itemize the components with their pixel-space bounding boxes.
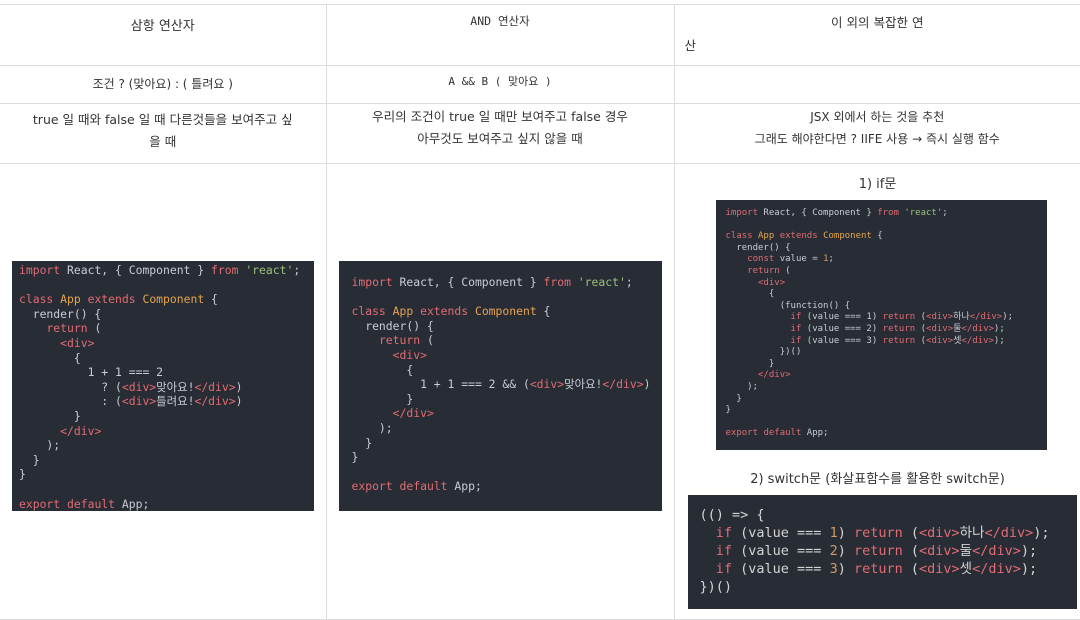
and-code-block: import React, { Component } from 'react'… (339, 261, 662, 511)
header-row: 삼항 연산자 AND 연산자 이 외의 복잡한 연 산 (0, 5, 1080, 66)
usage-cell-and: 우리의 조건이 true 일 때만 보여주고 false 경우 아무것도 보여주… (326, 104, 674, 164)
usage-and-line2: 아무것도 보여주고 싶지 않을 때 (327, 128, 674, 150)
switch-code-block: (() => { if (value === 1) return (<div>하… (688, 495, 1077, 609)
example-row: import React, { Component } from 'react'… (0, 164, 1080, 620)
header-other-line2: 산 (685, 35, 697, 54)
usage-other-line2: 그래도 해야한다면 ? IIFE 사용 → 즉시 실행 함수 (675, 128, 1080, 150)
ternary-code-block: import React, { Component } from 'react'… (12, 261, 314, 511)
header-cell-other: 이 외의 복잡한 연 산 (674, 5, 1080, 66)
header-other-line1: 이 외의 복잡한 연 (675, 12, 1080, 31)
example-cell-and: import React, { Component } from 'react'… (326, 164, 674, 620)
header-cell-and: AND 연산자 (326, 5, 674, 66)
example-cell-ternary: import React, { Component } from 'react'… (0, 164, 326, 620)
usage-other-line1: JSX 외에서 하는 것을 추천 (675, 106, 1080, 128)
syntax-cell-ternary: 조건 ? (맞아요) : ( 틀려요 ) (0, 66, 326, 104)
switch-caption: 2) switch문 (화살표함수를 활용한 switch문) (675, 468, 1080, 487)
usage-ternary-line2: 을 때 (0, 131, 326, 153)
header-ternary: 삼항 연산자 (0, 15, 326, 34)
usage-row: true 일 때와 false 일 때 다른것들을 보여주고 싶 을 때 우리의… (0, 104, 1080, 164)
usage-cell-ternary: true 일 때와 false 일 때 다른것들을 보여주고 싶 을 때 (0, 104, 326, 164)
header-and: AND 연산자 (327, 13, 674, 29)
syntax-cell-and: A && B ( 맞아요 ) (326, 66, 674, 104)
usage-ternary-line1: true 일 때와 false 일 때 다른것들을 보여주고 싶 (0, 109, 326, 131)
usage-cell-other: JSX 외에서 하는 것을 추천 그래도 해야한다면 ? IIFE 사용 → 즉… (674, 104, 1080, 164)
syntax-and: A && B ( 맞아요 ) (327, 73, 674, 89)
if-caption: 1) if문 (675, 173, 1080, 192)
syntax-row: 조건 ? (맞아요) : ( 틀려요 ) A && B ( 맞아요 ) (0, 66, 1080, 104)
header-cell-ternary: 삼항 연산자 (0, 5, 326, 66)
iife-code-block: import React, { Component } from 'react'… (716, 200, 1047, 450)
syntax-ternary: 조건 ? (맞아요) : ( 틀려요 ) (0, 75, 326, 92)
usage-and-line1: 우리의 조건이 true 일 때만 보여주고 false 경우 (327, 106, 674, 128)
example-cell-other: 1) if문 import React, { Component } from … (674, 164, 1080, 620)
comparison-table: 삼항 연산자 AND 연산자 이 외의 복잡한 연 산 조건 ? (맞아요) :… (0, 4, 1080, 620)
syntax-cell-other (674, 66, 1080, 104)
